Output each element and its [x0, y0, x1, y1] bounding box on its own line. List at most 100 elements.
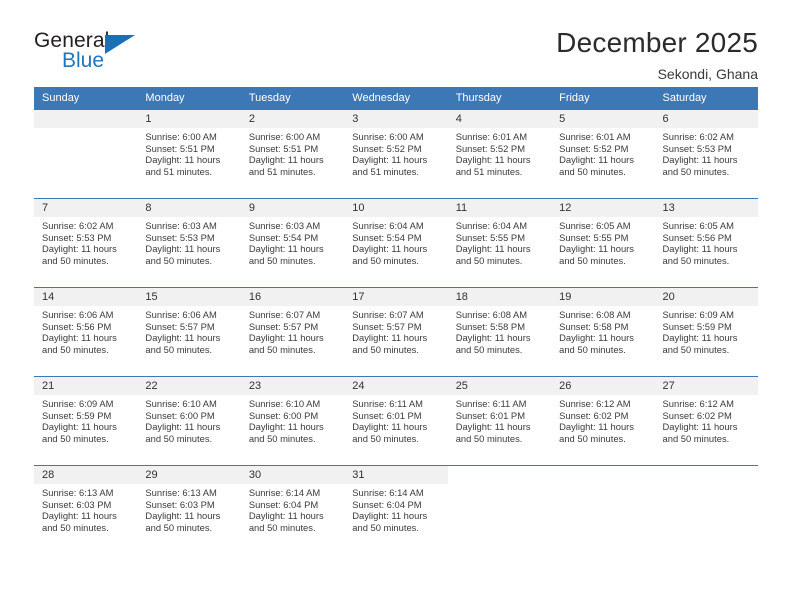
day-astro-info: Sunrise: 6:05 AM Sunset: 5:56 PM Daylight:… [655, 217, 758, 266]
calendar-day-cell[interactable]: 22 Sunrise: 6:10 AM Sunset: 6:00 PM Dayligh… [137, 376, 241, 466]
calendar-day-cell[interactable]: 29 Sunrise: 6:13 AM Sunset: 6:03 PM Dayligh… [137, 465, 241, 556]
day-cell-inner [655, 466, 758, 556]
calendar-day-cell[interactable]: 6 Sunrise: 6:02 AM Sunset: 5:53 PM Daylight… [654, 109, 758, 199]
sunrise-text: Sunrise: 6:06 AM [145, 309, 217, 320]
calendar-day-cell[interactable]: 24 Sunrise: 6:11 AM Sunset: 6:01 PM Dayligh… [344, 376, 448, 466]
day-number: 24 [344, 377, 448, 395]
calendar-day-cell[interactable]: 28 Sunrise: 6:13 AM Sunset: 6:03 PM Dayligh… [34, 465, 138, 556]
sunset-text: Sunset: 5:57 PM [352, 320, 422, 332]
sunrise-text: Sunrise: 6:13 AM [42, 487, 114, 498]
day-number: 6 [654, 110, 758, 128]
daylight-text: Daylight: 11 hours [662, 154, 738, 166]
sunrise-text: Sunrise: 6:04 AM [455, 220, 528, 231]
calendar-day-cell[interactable]: 10 Sunrise: 6:04 AM Sunset: 5:54 PM Dayligh… [344, 198, 448, 288]
day-astro-info: Sunrise: 6:09 AM Sunset: 5:59 PM Daylight:… [655, 306, 758, 355]
day-number: 11 [447, 199, 552, 217]
day-number: 26 [551, 377, 655, 395]
day-astro-info: Sunrise: 6:03 AM Sunset: 5:53 PM Daylight:… [137, 217, 240, 266]
calendar-day-cell[interactable]: 20 Sunrise: 6:09 AM Sunset: 5:59 PM Dayligh… [654, 287, 758, 377]
sunrise-text: Sunrise: 6:07 AM [248, 309, 321, 320]
sunset-text: Sunset: 6:01 PM [352, 409, 422, 421]
calendar-day-cell[interactable]: 13 Sunrise: 6:05 AM Sunset: 5:56 PM Dayligh… [654, 198, 758, 288]
day-astro-info: Sunrise: 6:14 AM Sunset: 6:04 PM Daylight:… [241, 484, 344, 533]
day-number: 10 [344, 199, 448, 217]
daylight-text-cont: and 51 minutes. [352, 165, 419, 177]
sunset-text: Sunset: 6:02 PM [662, 409, 732, 421]
daylight-text: Daylight: 11 hours [42, 510, 117, 522]
daylight-text: Daylight: 11 hours [248, 421, 324, 433]
calendar-day-cell[interactable]: 19 Sunrise: 6:08 AM Sunset: 5:58 PM Dayligh… [551, 287, 655, 377]
calendar-day-cell[interactable]: 15 Sunrise: 6:06 AM Sunset: 5:57 PM Dayligh… [137, 287, 241, 377]
calendar-day-cell[interactable]: 31 Sunrise: 6:14 AM Sunset: 6:04 PM Dayligh… [344, 465, 448, 556]
day-cell-inner: 5 Sunrise: 6:01 AM Sunset: 5:52 PM Daylight… [551, 110, 655, 198]
daylight-text-cont: and 50 minutes. [145, 254, 213, 266]
daylight-text: Daylight: 11 hours [352, 421, 428, 433]
calendar-day-cell[interactable]: 4 Sunrise: 6:01 AM Sunset: 5:52 PM Daylight… [447, 109, 552, 199]
day-number: 5 [551, 110, 655, 128]
daylight-text: Daylight: 11 hours [145, 332, 221, 344]
sunrise-text: Sunrise: 6:08 AM [559, 309, 631, 320]
sunset-text: Sunset: 5:52 PM [455, 142, 525, 154]
calendar-day-cell[interactable]: 17 Sunrise: 6:07 AM Sunset: 5:57 PM Dayligh… [344, 287, 448, 377]
calendar-day-cell[interactable]: 1 Sunrise: 6:00 AM Sunset: 5:51 PM Daylight… [137, 109, 241, 199]
day-cell-inner: 2 Sunrise: 6:00 AM Sunset: 5:51 PM Daylight… [240, 110, 345, 198]
calendar-day-cell[interactable]: 8 Sunrise: 6:03 AM Sunset: 5:53 PM Daylight… [137, 198, 241, 288]
day-cell-inner: 16 Sunrise: 6:07 AM Sunset: 5:57 PM Dayligh… [240, 288, 345, 376]
sunset-text: Sunset: 5:59 PM [662, 320, 732, 332]
calendar-day-cell[interactable]: 27 Sunrise: 6:12 AM Sunset: 6:02 PM Dayligh… [654, 376, 758, 466]
calendar-day-cell[interactable]: 16 Sunrise: 6:07 AM Sunset: 5:57 PM Dayligh… [240, 287, 345, 377]
daylight-text: Daylight: 11 hours [42, 421, 117, 433]
calendar-day-cell[interactable]: 21 Sunrise: 6:09 AM Sunset: 5:59 PM Dayligh… [34, 376, 138, 466]
calendar-day-cell[interactable]: 25 Sunrise: 6:11 AM Sunset: 6:01 PM Dayligh… [447, 376, 552, 466]
daylight-text: Daylight: 11 hours [248, 154, 324, 166]
sunrise-text: Sunrise: 6:09 AM [662, 309, 734, 320]
day-cell-inner: 19 Sunrise: 6:08 AM Sunset: 5:58 PM Dayligh… [551, 288, 655, 376]
calendar-day-cell[interactable]: 14 Sunrise: 6:06 AM Sunset: 5:56 PM Dayligh… [34, 287, 138, 377]
day-astro-info: Sunrise: 6:13 AM Sunset: 6:03 PM Daylight:… [137, 484, 240, 533]
calendar-day-cell[interactable]: 7 Sunrise: 6:02 AM Sunset: 5:53 PM Daylight… [34, 198, 138, 288]
day-cell-inner: 11 Sunrise: 6:04 AM Sunset: 5:55 PM Dayligh… [447, 199, 552, 287]
sunset-text: Sunset: 5:55 PM [455, 231, 525, 243]
daylight-text-cont: and 50 minutes. [145, 521, 213, 533]
sunrise-text: Sunrise: 6:10 AM [248, 398, 321, 409]
calendar-day-cell[interactable]: 12 Sunrise: 6:05 AM Sunset: 5:55 PM Dayligh… [551, 198, 655, 288]
day-number: 23 [240, 377, 345, 395]
sunrise-text: Sunrise: 6:01 AM [455, 131, 528, 142]
daylight-text-cont: and 50 minutes. [145, 432, 213, 444]
logo-text-blue: Blue [62, 49, 105, 72]
day-astro-info: Sunrise: 6:01 AM Sunset: 5:52 PM Daylight:… [551, 128, 654, 177]
daylight-text-cont: and 50 minutes. [559, 254, 626, 266]
day-number: 30 [240, 466, 345, 484]
calendar-day-cell[interactable]: 26 Sunrise: 6:12 AM Sunset: 6:02 PM Dayligh… [551, 376, 655, 466]
calendar-day-cell[interactable]: 30 Sunrise: 6:14 AM Sunset: 6:04 PM Dayligh… [240, 465, 345, 556]
calendar-day-cell[interactable]: 3 Sunrise: 6:00 AM Sunset: 5:52 PM Daylight… [344, 109, 448, 199]
daylight-text-cont: and 50 minutes. [455, 432, 523, 444]
day-astro-info: Sunrise: 6:12 AM Sunset: 6:02 PM Daylight:… [551, 395, 654, 444]
day-number: 15 [137, 288, 241, 306]
day-astro-info: Sunrise: 6:04 AM Sunset: 5:55 PM Daylight:… [448, 217, 551, 266]
calendar-day-cell[interactable]: 2 Sunrise: 6:00 AM Sunset: 5:51 PM Daylight… [240, 109, 345, 199]
day-cell-inner: 1 Sunrise: 6:00 AM Sunset: 5:51 PM Daylight… [137, 110, 241, 198]
calendar-empty-cell [34, 109, 138, 199]
day-number: 29 [137, 466, 241, 484]
day-number: 31 [344, 466, 448, 484]
day-cell-inner [448, 466, 551, 556]
calendar-week-row: 14 Sunrise: 6:06 AM Sunset: 5:56 PM Dayligh… [34, 287, 758, 377]
daylight-text: Daylight: 11 hours [145, 154, 221, 166]
day-astro-info: Sunrise: 6:00 AM Sunset: 5:52 PM Daylight:… [344, 128, 447, 177]
sunrise-text: Sunrise: 6:03 AM [145, 220, 217, 231]
sunset-text: Sunset: 6:00 PM [145, 409, 215, 421]
daylight-text-cont: and 50 minutes. [248, 521, 316, 533]
sunset-text: Sunset: 5:52 PM [352, 142, 422, 154]
sunset-text: Sunset: 5:52 PM [559, 142, 629, 154]
day-cell-inner: 12 Sunrise: 6:05 AM Sunset: 5:55 PM Dayligh… [551, 199, 655, 287]
calendar-day-cell[interactable]: 11 Sunrise: 6:04 AM Sunset: 5:55 PM Dayligh… [447, 198, 552, 288]
location-subtitle: Sekondi, Ghana [657, 65, 758, 82]
calendar-day-cell[interactable]: 18 Sunrise: 6:08 AM Sunset: 5:58 PM Dayligh… [447, 287, 552, 377]
calendar-day-cell[interactable]: 5 Sunrise: 6:01 AM Sunset: 5:52 PM Daylight… [551, 109, 655, 199]
page-header: General Blue December 2025 Sekondi, Ghan… [0, 0, 792, 82]
calendar-day-cell[interactable]: 9 Sunrise: 6:03 AM Sunset: 5:54 PM Daylight… [240, 198, 345, 288]
day-astro-info: Sunrise: 6:09 AM Sunset: 5:59 PM Daylight:… [34, 395, 137, 444]
calendar-day-cell[interactable]: 23 Sunrise: 6:10 AM Sunset: 6:00 PM Dayligh… [240, 376, 345, 466]
day-astro-info: Sunrise: 6:11 AM Sunset: 6:01 PM Daylight:… [344, 395, 447, 444]
